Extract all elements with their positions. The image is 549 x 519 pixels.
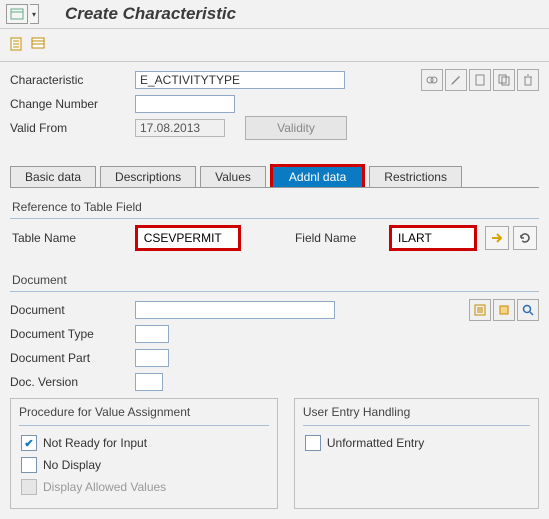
menu-icon	[10, 8, 24, 20]
header-action-icons	[421, 69, 539, 91]
doc-view-icon[interactable]	[493, 299, 515, 321]
delete-icon[interactable]	[517, 69, 539, 91]
procedure-panel: Procedure for Value Assignment ✔ Not Rea…	[10, 398, 278, 509]
tab-basic-data[interactable]: Basic data	[10, 166, 96, 187]
doc-find-icon[interactable]	[517, 299, 539, 321]
characteristic-input[interactable]	[135, 71, 345, 89]
display-icon[interactable]	[421, 69, 443, 91]
valid-from-label: Valid From	[10, 121, 135, 135]
tabstrip: Basic data Descriptions Values Addnl dat…	[10, 164, 539, 188]
doc-list-icon[interactable]	[469, 299, 491, 321]
document-input[interactable]	[135, 301, 335, 319]
doc-type-label: Document Type	[10, 327, 135, 341]
no-display-checkbox[interactable]	[21, 457, 37, 473]
title-bar: ▾ Create Characteristic	[0, 0, 549, 29]
document-group-title: Document	[10, 269, 539, 291]
document-label: Document	[10, 303, 135, 317]
entry-title: User Entry Handling	[303, 405, 530, 419]
not-ready-label: Not Ready for Input	[43, 436, 147, 450]
doc-version-input[interactable]	[135, 373, 163, 391]
table-name-input[interactable]	[140, 229, 236, 247]
bottom-panels: Procedure for Value Assignment ✔ Not Rea…	[0, 398, 549, 519]
menu-dropdown[interactable]: ▾	[30, 4, 39, 24]
document-group: Document Document Document Type Document…	[0, 261, 549, 398]
valid-from-input	[135, 119, 225, 137]
doc-version-label: Doc. Version	[10, 375, 135, 389]
display-allowed-label: Display Allowed Values	[43, 480, 166, 494]
menu-btn[interactable]	[6, 4, 28, 24]
header-form: Characteristic Change Number Valid From	[0, 62, 549, 150]
tab-restrictions[interactable]: Restrictions	[369, 166, 462, 187]
refresh-icon[interactable]	[513, 226, 537, 250]
doc-part-label: Document Part	[10, 351, 135, 365]
table-name-highlight	[135, 225, 241, 251]
entry-panel: User Entry Handling Unformatted Entry	[294, 398, 539, 509]
change-number-label: Change Number	[10, 97, 135, 111]
page-title: Create Characteristic	[65, 4, 236, 24]
tab-descriptions[interactable]: Descriptions	[100, 166, 196, 187]
title-toolbar: ▾	[6, 4, 55, 24]
tab-values[interactable]: Values	[200, 166, 266, 187]
new-icon[interactable]	[469, 69, 491, 91]
no-display-label: No Display	[43, 458, 101, 472]
table-name-label: Table Name	[12, 231, 127, 245]
edit-icon[interactable]	[445, 69, 467, 91]
list-icon[interactable]	[29, 35, 47, 53]
characteristic-label: Characteristic	[10, 73, 135, 87]
unformatted-label: Unformatted Entry	[327, 436, 424, 450]
unformatted-checkbox[interactable]	[305, 435, 321, 451]
reference-group-title: Reference to Table Field	[10, 196, 539, 218]
display-allowed-checkbox	[21, 479, 37, 495]
validity-button[interactable]: Validity	[245, 116, 347, 140]
procedure-title: Procedure for Value Assignment	[19, 405, 269, 419]
secondary-toolbar	[0, 29, 549, 62]
doc-part-input[interactable]	[135, 349, 169, 367]
copy-icon[interactable]	[493, 69, 515, 91]
field-name-input[interactable]	[394, 229, 472, 247]
tab-addnl-data[interactable]: Addnl data	[270, 164, 365, 187]
field-name-highlight	[389, 225, 477, 251]
doc-type-input[interactable]	[135, 325, 169, 343]
propose-icon[interactable]	[485, 226, 509, 250]
not-ready-checkbox[interactable]: ✔	[21, 435, 37, 451]
change-number-input[interactable]	[135, 95, 235, 113]
reference-group: Reference to Table Field Table Name Fiel…	[0, 188, 549, 261]
create-icon[interactable]	[8, 35, 26, 53]
field-name-label: Field Name	[295, 231, 381, 245]
